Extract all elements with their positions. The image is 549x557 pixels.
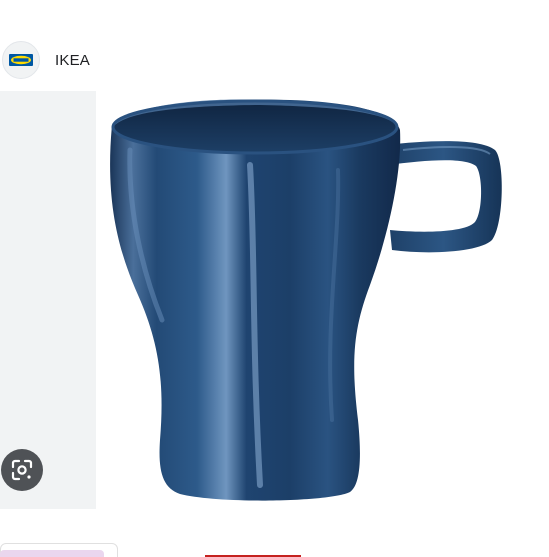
mug-image [110,99,502,501]
image-source[interactable]: IKEA [0,40,90,80]
google-lens-icon [11,459,33,481]
side-panel [0,91,96,509]
ikea-logo-icon [2,41,40,79]
result-card-left-thumbnail [0,550,104,557]
google-lens-button[interactable] [1,449,43,491]
image-preview-page: IKEA [0,0,549,557]
source-name[interactable]: IKEA [55,52,90,69]
